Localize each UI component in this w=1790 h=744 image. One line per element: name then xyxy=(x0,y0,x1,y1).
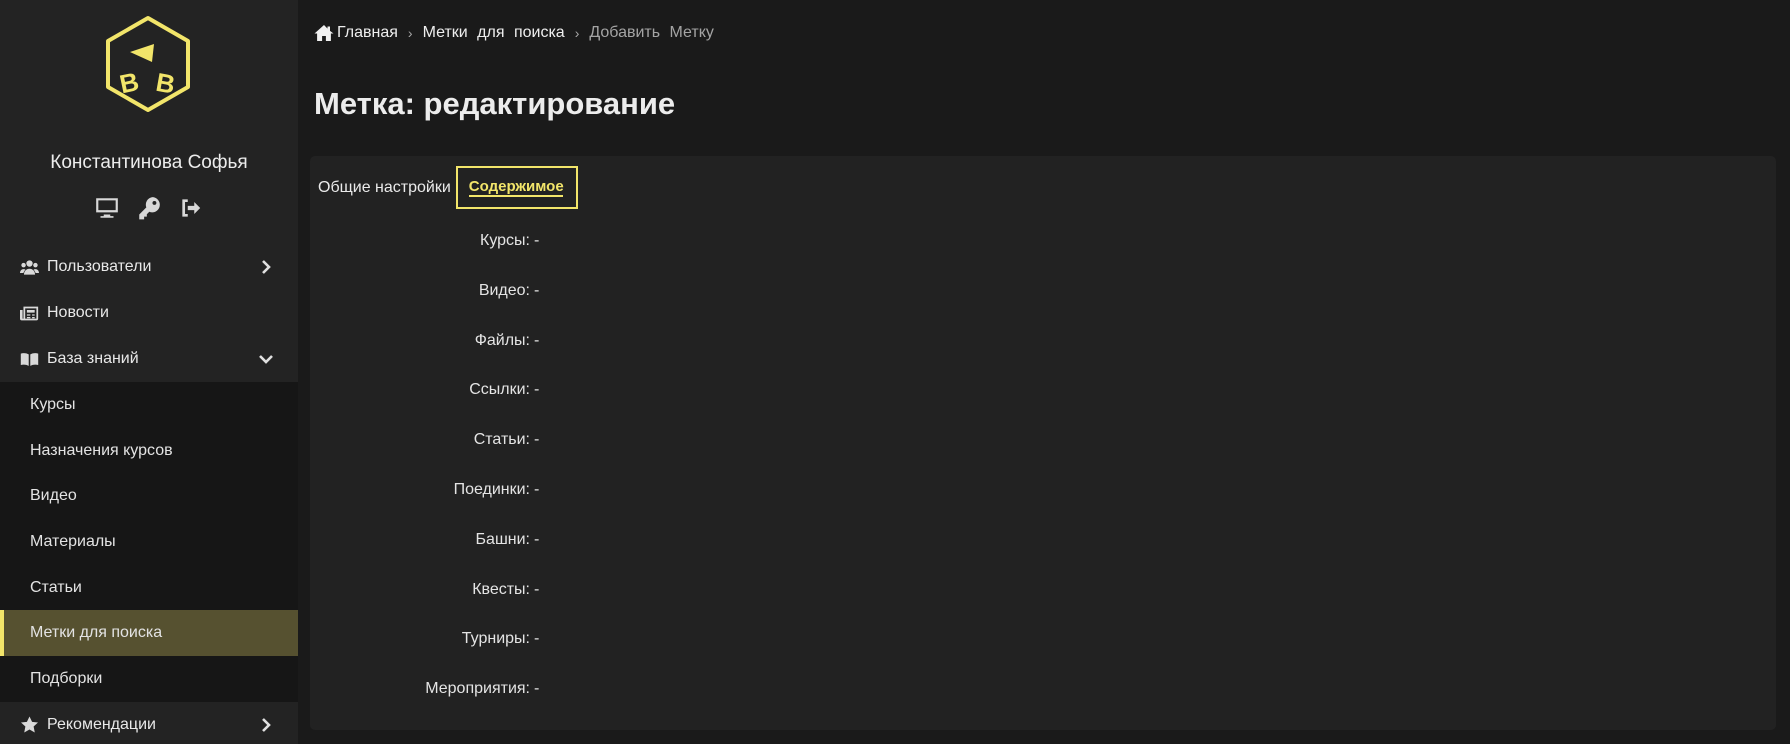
tabs: Общие настройки Содержимое xyxy=(318,166,578,209)
breadcrumb: Главная › Метки для поиска › Добавить Ме… xyxy=(314,24,714,42)
field-value-duels: - xyxy=(534,480,540,498)
field-row: Башни: - xyxy=(310,531,910,581)
field-label-files: Файлы: xyxy=(474,331,530,349)
sidebar-item-collections[interactable]: Подборки xyxy=(0,656,298,702)
knowledge-base-submenu: Курсы Назначения курсов Видео Материалы … xyxy=(0,382,298,702)
field-value-articles: - xyxy=(534,431,540,449)
field-label-articles: Статьи: xyxy=(473,431,530,449)
field-value-tournaments: - xyxy=(534,630,540,648)
sidebar-item-video[interactable]: Видео xyxy=(0,473,298,519)
sidebar-item-materials[interactable]: Материалы xyxy=(0,519,298,565)
field-value-towers: - xyxy=(534,530,540,548)
field-value-quests: - xyxy=(534,580,540,598)
sidebar-item-news[interactable]: Новости xyxy=(0,290,298,336)
breadcrumb-section-link[interactable]: Метки для поиска xyxy=(423,24,565,42)
book-icon xyxy=(20,350,42,368)
page-title: Метка: редактирование xyxy=(314,86,676,121)
field-label-quests: Квесты: xyxy=(472,580,530,598)
tab-active-underline xyxy=(468,195,563,197)
tab-general-settings[interactable]: Общие настройки xyxy=(318,179,451,197)
sidebar-item-label: Пользователи xyxy=(47,258,152,275)
field-value-links: - xyxy=(534,381,540,399)
chevron-right-icon xyxy=(258,258,274,276)
breadcrumb-home-link[interactable]: Главная xyxy=(337,24,398,42)
user-actions xyxy=(0,194,298,222)
sidebar-item-users[interactable]: Пользователи xyxy=(0,244,298,290)
field-row: Курсы: - xyxy=(310,232,910,282)
sidebar-item-label: Рекомендации xyxy=(47,715,156,733)
cube-logo-icon[interactable]: B B xyxy=(98,14,198,114)
field-row: Поединки: - xyxy=(310,481,910,531)
content-fields: Курсы: - Видео: - Файлы: - Ссылки: - Ста… xyxy=(310,232,910,730)
logout-icon[interactable] xyxy=(177,194,205,222)
field-row: Турниры: - xyxy=(310,630,910,680)
field-label-links: Ссылки: xyxy=(469,381,530,399)
field-row: Квесты: - xyxy=(310,581,910,631)
field-label-courses: Курсы: xyxy=(480,232,530,249)
field-label-tournaments: Турниры: xyxy=(461,630,530,648)
sidebar-item-label: Новости xyxy=(47,304,109,321)
chevron-right-icon xyxy=(258,716,274,734)
home-icon[interactable] xyxy=(314,24,334,42)
field-row: Видео: - xyxy=(310,282,910,332)
key-icon[interactable] xyxy=(135,194,163,222)
field-value-courses: - xyxy=(534,232,540,249)
field-label-events: Мероприятия: xyxy=(425,680,530,698)
field-value-video: - xyxy=(534,281,540,299)
sidebar-item-articles[interactable]: Статьи xyxy=(0,565,298,611)
chevron-down-icon xyxy=(258,350,274,368)
monitor-icon[interactable] xyxy=(93,194,121,222)
breadcrumb-separator: › xyxy=(574,25,580,41)
content-card: Общие настройки Содержимое Курсы: - Виде… xyxy=(310,156,1776,730)
field-label-duels: Поединки: xyxy=(453,480,530,498)
user-name: Константинова Софья xyxy=(50,152,248,173)
field-value-files: - xyxy=(534,331,540,349)
field-row: Файлы: - xyxy=(310,332,910,382)
field-label-video: Видео: xyxy=(478,281,530,299)
tab-content-label: Содержимое xyxy=(468,178,564,195)
star-icon xyxy=(20,716,42,734)
field-row: Мероприятия: - xyxy=(310,680,910,730)
breadcrumb-separator: › xyxy=(407,25,413,41)
sidebar-item-courses[interactable]: Курсы xyxy=(0,382,298,428)
sidebar-item-label: База знаний xyxy=(47,350,139,367)
breadcrumb-current: Добавить Метку xyxy=(589,24,714,41)
field-row: Статьи: - xyxy=(310,431,910,481)
sidebar: B B Константинова Софья Пользователи Нов… xyxy=(0,0,298,744)
newspaper-icon xyxy=(20,304,42,322)
field-value-events: - xyxy=(534,680,540,698)
field-row: Ссылки: - xyxy=(310,381,910,431)
sidebar-nav: Пользователи Новости База знаний Курсы Н… xyxy=(0,244,298,744)
field-label-towers: Башни: xyxy=(475,530,530,548)
users-icon xyxy=(20,258,42,276)
sidebar-item-recommendations[interactable]: Рекомендации xyxy=(0,702,298,744)
tab-content[interactable]: Содержимое xyxy=(455,166,578,209)
sidebar-item-knowledge-base[interactable]: База знаний xyxy=(0,336,298,382)
sidebar-item-course-assignments[interactable]: Назначения курсов xyxy=(0,428,298,474)
sidebar-item-search-tags[interactable]: Метки для поиска xyxy=(0,610,298,657)
